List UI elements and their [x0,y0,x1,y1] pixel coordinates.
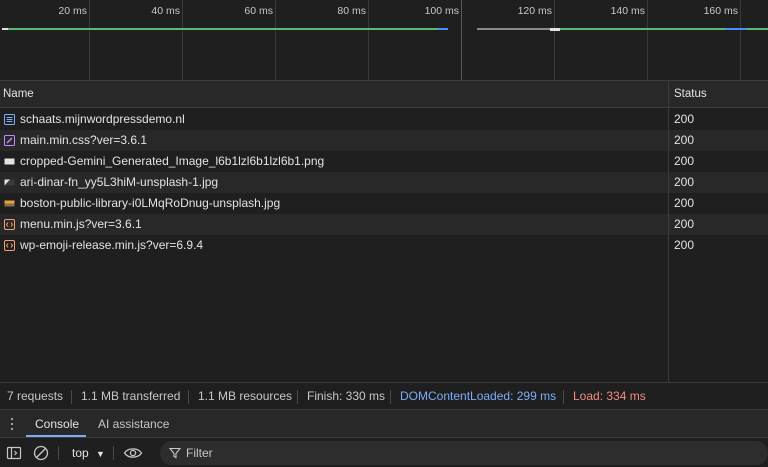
request-name: main.min.css?ver=3.6.1 [20,133,148,147]
column-header-status[interactable]: Status [674,81,707,108]
request-status: 200 [674,196,695,210]
timeline-bar [438,28,448,30]
sidebar-toggle-icon[interactable] [5,444,23,462]
request-status: 200 [674,175,695,189]
table-row[interactable]: schaats.mijnwordpressdemo.nl 200 [0,109,768,130]
tick-label: 100 ms [424,5,459,17]
grid-line [554,0,555,80]
tick-label: 60 ms [244,5,273,17]
table-header: Name Status [0,81,768,108]
request-name: wp-emoji-release.min.js?ver=6.9.4 [20,238,204,252]
load-time: Load: 334 ms [573,389,646,403]
status-summary-bar: 7 requests 1.1 MB transferred 1.1 MB res… [0,382,768,409]
table-row[interactable]: ari-dinar-fn_yy5L3hiM-unsplash-1.jpg 200 [0,172,768,193]
request-name: cropped-Gemini_Generated_Image_l6b1lzl6b… [20,154,325,168]
table-row[interactable]: cropped-Gemini_Generated_Image_l6b1lzl6b… [0,151,768,172]
table-row[interactable]: main.min.css?ver=3.6.1 200 [0,130,768,151]
request-status: 200 [674,133,695,147]
timeline-bar [560,28,725,30]
context-value: top [72,446,89,460]
divider [113,446,114,460]
divider [71,390,72,404]
request-name: schaats.mijnwordpressdemo.nl [20,112,185,126]
table-row[interactable]: menu.min.js?ver=3.6.1 200 [0,214,768,235]
tab-ai-assistance[interactable]: AI assistance [88,410,179,438]
tick-label: 20 ms [58,5,87,17]
timeline-bar [747,28,768,30]
devtools-network-panel: 20 ms 40 ms 60 ms 80 ms 100 ms 120 ms 14… [0,0,768,467]
request-name: boston-public-library-i0LMqRoDnug-unspla… [20,196,281,210]
tick-label: 80 ms [337,5,366,17]
filter-input[interactable] [186,445,746,461]
request-status: 200 [674,112,695,126]
console-toolbar: top ▼ [0,437,768,467]
eye-icon[interactable] [123,444,143,462]
column-header-name[interactable]: Name [3,81,34,108]
timeline-bar [8,28,438,30]
request-status: 200 [674,154,695,168]
column-divider[interactable] [668,81,669,382]
clear-console-icon[interactable] [32,444,50,462]
grid-line [182,0,183,80]
console-filter[interactable] [160,441,768,465]
transferred-size: 1.1 MB transferred [81,389,181,403]
tick-label: 40 ms [151,5,180,17]
more-options-icon[interactable] [9,417,15,431]
divider [58,446,59,460]
finish-time: Finish: 330 ms [307,389,386,403]
timeline-bar [550,28,560,31]
tick-label: 140 ms [610,5,645,17]
grid-line [275,0,276,80]
request-status: 200 [674,238,695,252]
requests-table: Name Status schaats.mijnwordpressdemo.nl… [0,81,768,382]
divider [188,390,189,404]
timeline-bar [477,28,550,30]
chevron-down-icon: ▼ [96,449,105,459]
network-overview[interactable]: 20 ms 40 ms 60 ms 80 ms 100 ms 120 ms 14… [0,0,768,81]
timeline-bar [725,28,747,30]
table-row[interactable]: wp-emoji-release.min.js?ver=6.9.4 200 [0,235,768,256]
divider [390,390,391,404]
request-name: ari-dinar-fn_yy5L3hiM-unsplash-1.jpg [20,175,219,189]
request-status: 200 [674,217,695,231]
grid-line [89,0,90,80]
tick-label: 160 ms [703,5,738,17]
grid-line [647,0,648,80]
grid-line [368,0,369,80]
request-count: 7 requests [7,389,64,403]
overview-divider[interactable] [461,0,462,80]
tick-label: 120 ms [517,5,552,17]
tab-console[interactable]: Console [25,410,89,438]
grid-line [740,0,741,80]
divider [297,390,298,404]
drawer-tab-bar: Console AI assistance [0,409,768,437]
dom-content-loaded-time: DOMContentLoaded: 299 ms [400,389,557,403]
context-selector[interactable]: top ▼ [66,443,111,463]
resources-size: 1.1 MB resources [198,389,293,403]
table-row[interactable]: boston-public-library-i0LMqRoDnug-unspla… [0,193,768,214]
divider [563,390,564,404]
filter-icon [169,447,181,459]
request-name: menu.min.js?ver=3.6.1 [20,217,142,231]
